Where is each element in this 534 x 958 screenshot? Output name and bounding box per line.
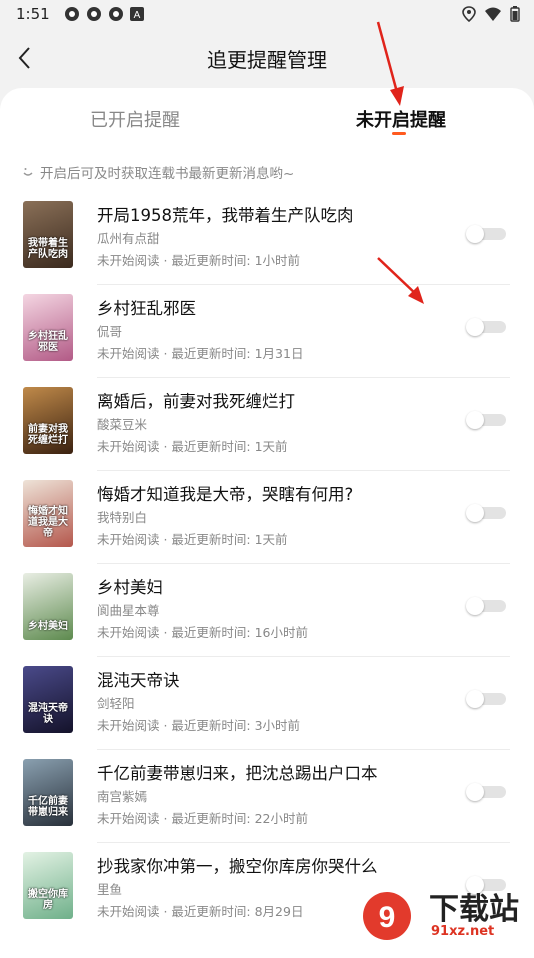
- tab-enabled-reminders[interactable]: 已开启提醒: [90, 106, 180, 132]
- watermark-url: 91xz.net: [431, 924, 495, 939]
- location-icon: [462, 6, 476, 22]
- book-title[interactable]: 混沌天帝诀: [97, 667, 180, 691]
- list-item[interactable]: 千亿前妻带崽归来 千亿前妻带崽归来，把沈总踢出户口本 南宫紫嫣 未开始阅读 · …: [0, 750, 534, 843]
- reminder-toggle[interactable]: [466, 783, 506, 801]
- book-cover[interactable]: 悔婚才知道我是大帝: [23, 480, 73, 547]
- book-author: 里鱼: [97, 882, 123, 897]
- toggle-knob: [466, 783, 484, 801]
- app-notification-icon: [64, 7, 79, 21]
- book-title[interactable]: 乡村美妇: [97, 574, 163, 598]
- a-icon: A: [129, 7, 144, 21]
- book-title[interactable]: 离婚后，前妻对我死缠烂打: [97, 388, 295, 412]
- book-cover[interactable]: 乡村狂乱邪医: [23, 294, 73, 361]
- wifi-icon: [485, 7, 501, 21]
- book-meta: 未开始阅读 · 最近更新时间: 8月29日: [97, 904, 304, 919]
- watermark-text: 下载站: [429, 892, 519, 927]
- tab-bar: 已开启提醒 未开启提醒: [0, 88, 534, 150]
- book-meta: 未开始阅读 · 最近更新时间: 22小时前: [97, 811, 309, 826]
- page-title: 追更提醒管理: [207, 48, 327, 72]
- list-item[interactable]: 乡村狂乱邪医 乡村狂乱邪医 侃哥 未开始阅读 · 最近更新时间: 1月31日: [0, 285, 534, 378]
- book-author: 剑轻阳: [97, 696, 135, 711]
- list-item[interactable]: 我带着生产队吃肉 开局1958荒年，我带着生产队吃肉 瓜州有点甜 未开始阅读 ·…: [0, 192, 534, 285]
- book-meta: 未开始阅读 · 最近更新时间: 1小时前: [97, 253, 301, 268]
- svg-text:9: 9: [379, 901, 396, 934]
- book-author: 侃哥: [97, 324, 123, 339]
- book-meta: 未开始阅读 · 最近更新时间: 1天前: [97, 439, 288, 454]
- reminder-toggle[interactable]: [466, 504, 506, 522]
- book-cover[interactable]: 我带着生产队吃肉: [23, 201, 73, 268]
- book-cover[interactable]: 前妻对我死缠烂打: [23, 387, 73, 454]
- reminder-toggle[interactable]: [466, 225, 506, 243]
- app-notification-icon: [86, 7, 101, 21]
- list-item[interactable]: 混沌天帝诀 混沌天帝诀 剑轻阳 未开始阅读 · 最近更新时间: 3小时前: [0, 657, 534, 750]
- cover-title: 前妻对我死缠烂打: [28, 424, 68, 446]
- book-meta: 未开始阅读 · 最近更新时间: 3小时前: [97, 718, 301, 733]
- book-title[interactable]: 乡村狂乱邪医: [97, 295, 196, 319]
- book-author: 阆曲星本尊: [97, 603, 160, 618]
- book-cover[interactable]: 千亿前妻带崽归来: [23, 759, 73, 826]
- book-cover[interactable]: 乡村美妇: [23, 573, 73, 640]
- book-cover[interactable]: 混沌天帝诀: [23, 666, 73, 733]
- content-card: 已开启提醒 未开启提醒 开启后可及时获取连载书最新更新消息哟~ 我带着生产队吃肉…: [0, 88, 534, 958]
- reminder-toggle[interactable]: [466, 411, 506, 429]
- reminder-toggle[interactable]: [466, 690, 506, 708]
- header: 追更提醒管理: [0, 32, 534, 84]
- toggle-knob: [466, 597, 484, 615]
- svg-text:A: A: [133, 10, 140, 21]
- reminder-toggle[interactable]: [466, 597, 506, 615]
- status-time: 1:51: [16, 5, 50, 23]
- cover-title: 乡村狂乱邪医: [28, 331, 68, 353]
- status-bar: 1:51 A: [0, 0, 534, 28]
- toggle-knob: [466, 411, 484, 429]
- notification-icons: A: [64, 6, 144, 22]
- battery-icon: [510, 6, 520, 22]
- toggle-knob: [466, 225, 484, 243]
- watermark-logo-icon: 9: [363, 892, 411, 940]
- cover-title: 乡村美妇: [28, 621, 68, 632]
- book-author: 我特别白: [97, 510, 148, 525]
- book-title[interactable]: 悔婚才知道我是大帝，哭瞎有何用?: [97, 481, 353, 505]
- toggle-knob: [466, 318, 484, 336]
- smile-icon: [23, 168, 33, 176]
- book-meta: 未开始阅读 · 最近更新时间: 1天前: [97, 532, 288, 547]
- list-item[interactable]: 前妻对我死缠烂打 离婚后，前妻对我死缠烂打 酸菜豆米 未开始阅读 · 最近更新时…: [0, 378, 534, 471]
- cover-title: 悔婚才知道我是大帝: [28, 506, 68, 539]
- cover-title: 搬空你库房: [28, 889, 68, 911]
- book-list: 我带着生产队吃肉 开局1958荒年，我带着生产队吃肉 瓜州有点甜 未开始阅读 ·…: [0, 192, 534, 936]
- list-item[interactable]: 乡村美妇 乡村美妇 阆曲星本尊 未开始阅读 · 最近更新时间: 16小时前: [0, 564, 534, 657]
- book-author: 酸菜豆米: [97, 417, 148, 432]
- book-title[interactable]: 开局1958荒年，我带着生产队吃肉: [97, 202, 354, 226]
- tab-disabled-reminders[interactable]: 未开启提醒: [356, 106, 446, 132]
- watermark: 9 下载站 91xz.net: [359, 880, 534, 950]
- system-icons: [462, 6, 520, 22]
- book-title[interactable]: 千亿前妻带崽归来，把沈总踢出户口本: [97, 760, 378, 784]
- book-author: 瓜州有点甜: [97, 231, 160, 246]
- book-meta: 未开始阅读 · 最近更新时间: 16小时前: [97, 625, 309, 640]
- toggle-knob: [466, 690, 484, 708]
- list-item[interactable]: 悔婚才知道我是大帝 悔婚才知道我是大帝，哭瞎有何用? 我特别白 未开始阅读 · …: [0, 471, 534, 564]
- cover-title: 混沌天帝诀: [28, 703, 68, 725]
- hint-text: 开启后可及时获取连载书最新更新消息哟~: [22, 162, 294, 182]
- cover-title: 千亿前妻带崽归来: [28, 796, 68, 818]
- book-meta: 未开始阅读 · 最近更新时间: 1月31日: [97, 346, 304, 361]
- cover-title: 我带着生产队吃肉: [28, 238, 68, 260]
- app-notification-icon: [108, 7, 123, 21]
- book-cover[interactable]: 搬空你库房: [23, 852, 73, 919]
- toggle-knob: [466, 504, 484, 522]
- reminder-toggle[interactable]: [466, 318, 506, 336]
- hint-label: 开启后可及时获取连载书最新更新消息哟~: [40, 166, 295, 182]
- book-author: 南宫紫嫣: [97, 789, 148, 804]
- book-title[interactable]: 抄我家你冲第一，搬空你库房你哭什么: [97, 853, 378, 877]
- active-tab-indicator: [392, 132, 406, 135]
